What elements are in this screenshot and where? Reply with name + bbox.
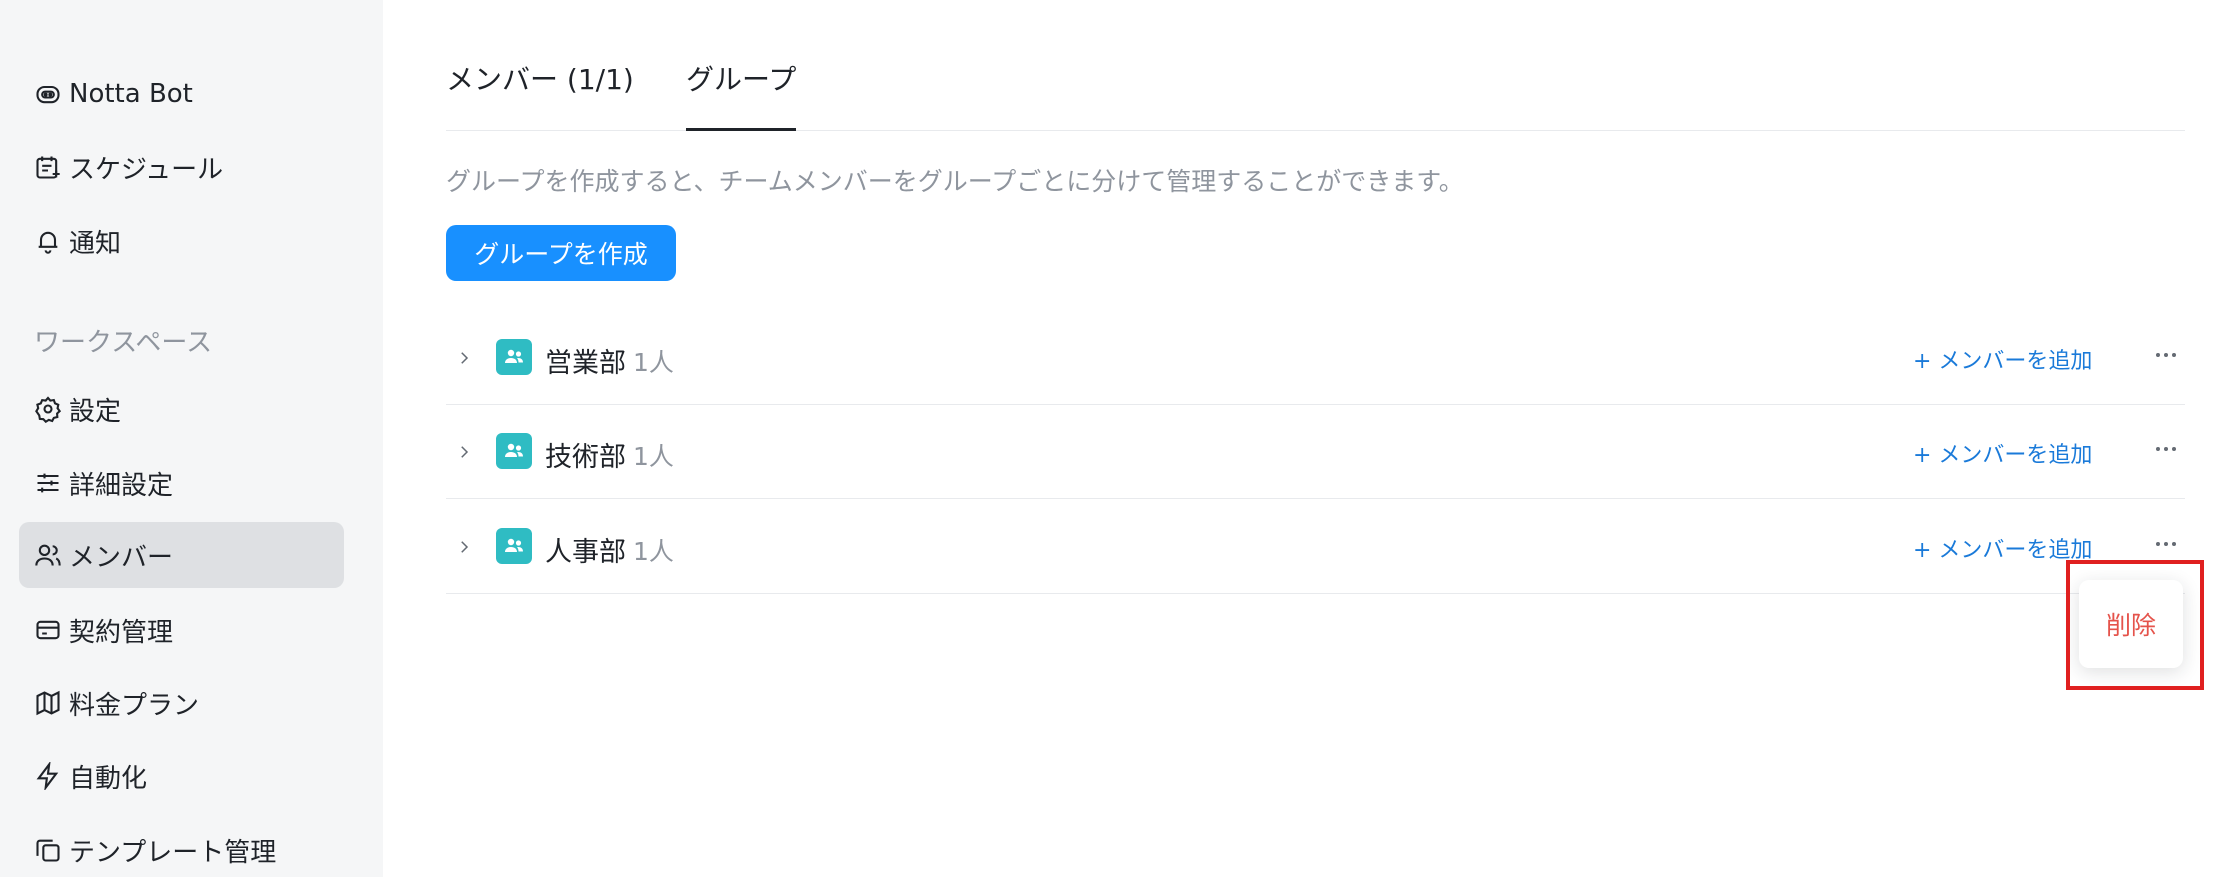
groups-description: グループを作成すると、チームメンバーをグループごとに分けて管理することができます… [446,167,1464,196]
sidebar: Notta Bot スケジュール 通知 ワークスペース 設定 詳細設定 メンバー… [0,0,383,877]
more-options-icon[interactable] [2146,429,2186,469]
group-name: 営業部 [545,348,626,379]
gear-icon [34,395,62,423]
sidebar-item-notifications[interactable]: 通知 [19,208,344,274]
group-icon [496,339,532,375]
group-row: 人事部 1人 + メンバーを追加 [446,500,2185,594]
tab-members[interactable]: メンバー (1/1) [446,58,634,131]
group-member-count: 1人 [633,442,674,471]
group-icon [496,528,532,564]
more-options-icon[interactable] [2146,335,2186,375]
card-icon [34,616,62,644]
tab-groups[interactable]: グループ [686,58,797,131]
group-icon [496,433,532,469]
tab-bar: メンバー (1/1) グループ [446,0,2185,131]
sidebar-item-notta-bot[interactable]: Notta Bot [19,61,344,127]
sidebar-item-label: メンバー [69,542,174,573]
sliders-icon [34,469,62,497]
sidebar-item-label: Notta Bot [69,79,193,109]
group-name: 技術部 [545,442,626,473]
chevron-right-icon[interactable] [448,531,480,563]
users-icon [34,541,62,569]
workspace-section-label: ワークスペース [34,328,213,358]
group-actions-dropdown: 削除 [2079,580,2183,668]
sidebar-item-contract[interactable]: 契約管理 [19,597,344,663]
main-content: メンバー (1/1) グループ グループを作成すると、チームメンバーをグループご… [383,0,2240,877]
group-row: 営業部 1人 + メンバーを追加 [446,311,2185,405]
add-member-link[interactable]: + メンバーを追加 [1913,532,2092,564]
app-window: Notta Bot スケジュール 通知 ワークスペース 設定 詳細設定 メンバー… [0,0,2240,877]
chevron-right-icon[interactable] [448,342,480,374]
sidebar-item-label: 通知 [69,228,122,259]
chevron-right-icon[interactable] [448,436,480,468]
bot-icon [34,80,62,108]
sidebar-item-members[interactable]: メンバー [19,522,344,588]
sidebar-item-schedule[interactable]: スケジュール [19,134,344,200]
delete-group-menu-item[interactable]: 削除 [2106,606,2156,642]
add-member-link[interactable]: + メンバーを追加 [1913,437,2092,469]
group-member-count: 1人 [633,348,674,377]
calendar-icon [34,153,62,181]
map-icon [34,689,62,717]
sidebar-item-label: 料金プラン [69,690,200,721]
sidebar-item-label: 自動化 [69,763,148,794]
template-icon [34,836,62,864]
sidebar-item-pricing[interactable]: 料金プラン [19,670,344,736]
sidebar-item-advanced-settings[interactable]: 詳細設定 [19,450,344,516]
group-row: 技術部 1人 + メンバーを追加 [446,405,2185,499]
sidebar-item-label: スケジュール [69,154,224,185]
create-group-button[interactable]: グループを作成 [446,225,676,281]
sidebar-item-templates[interactable]: テンプレート管理 [19,817,344,877]
add-member-link[interactable]: + メンバーを追加 [1913,343,2092,375]
more-options-icon[interactable] [2146,524,2186,564]
sidebar-item-label: 詳細設定 [69,470,174,501]
sidebar-item-automation[interactable]: 自動化 [19,743,344,809]
sidebar-item-label: 設定 [69,396,122,427]
bell-icon [34,227,62,255]
sidebar-item-label: テンプレート管理 [69,837,277,868]
group-name: 人事部 [545,537,626,568]
bolt-icon [34,762,62,790]
group-member-count: 1人 [633,537,674,566]
sidebar-item-settings[interactable]: 設定 [19,376,344,442]
sidebar-item-label: 契約管理 [69,617,174,648]
